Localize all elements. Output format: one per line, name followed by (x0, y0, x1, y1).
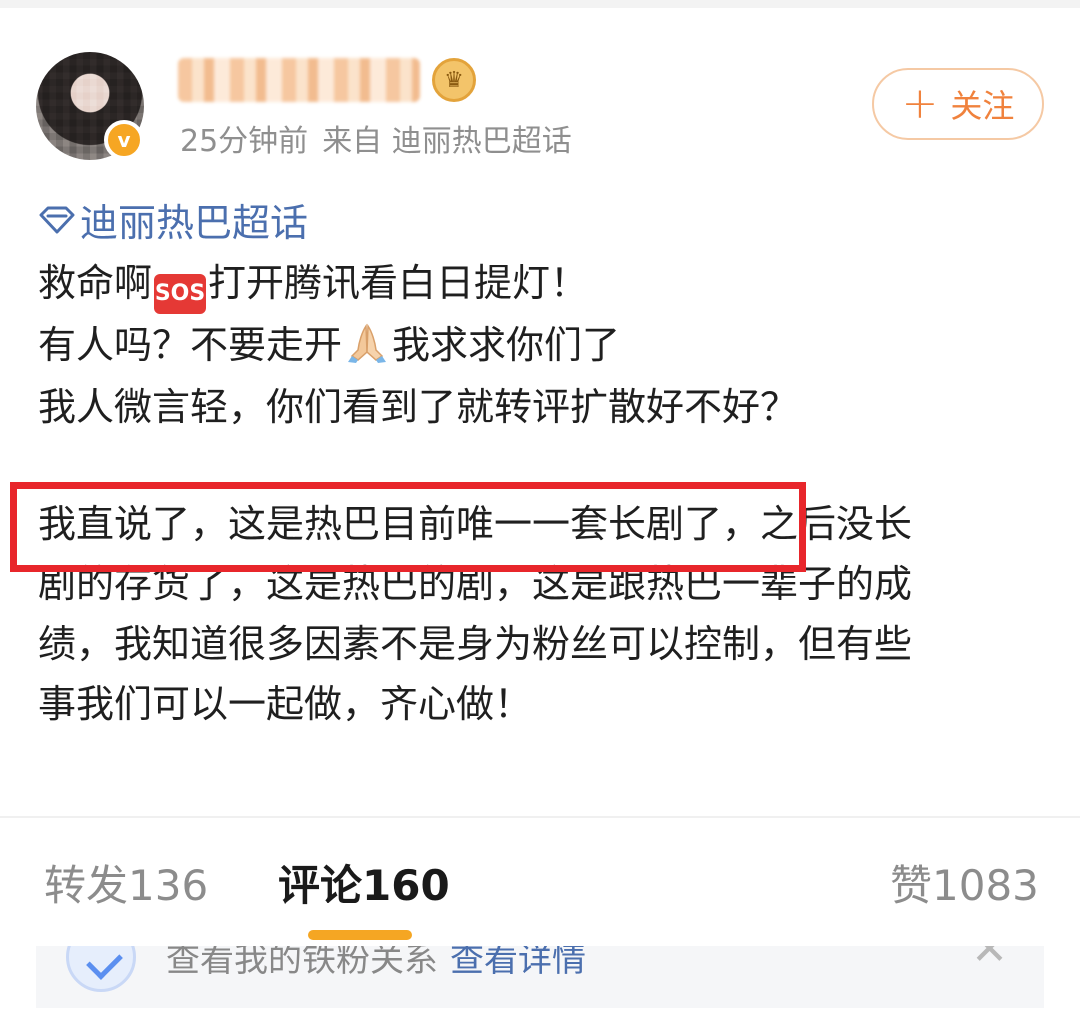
post-meta: 25分钟前 来自 迪丽热巴超话 (180, 116, 572, 160)
red-highlight-box (10, 482, 806, 572)
topic-label: 迪丽热巴超话 (80, 201, 309, 245)
post-source: 来自 迪丽热巴超话 (322, 124, 572, 159)
fan-rank-icon: ♛ (432, 58, 476, 102)
diamond-icon (39, 206, 75, 233)
plus-icon: + (901, 78, 939, 129)
fan-relation-banner[interactable]: 查看我的铁粉关系 查看详情 ✕ (36, 946, 1044, 1008)
post-time: 25分钟前 (180, 124, 309, 159)
repost-tab[interactable]: 转发136 (44, 852, 208, 913)
banner-text: 查看我的铁粉关系 查看详情 (166, 946, 586, 981)
like-tab[interactable]: 赞1083 (890, 852, 1039, 913)
active-tab-indicator (308, 930, 412, 940)
heart-check-icon (66, 946, 136, 992)
username-blurred[interactable] (178, 58, 420, 102)
top-separator (0, 0, 1080, 8)
comment-tab[interactable]: 评论160 (278, 852, 450, 913)
post-line: 有人吗？不要走开 我求求你们了 (38, 323, 621, 367)
topic-link[interactable]: 迪丽热巴超话 (38, 192, 308, 247)
praying-hands-icon (348, 323, 387, 363)
close-icon[interactable]: ✕ (971, 946, 1008, 972)
verified-badge-icon: v (104, 120, 144, 160)
banner-link[interactable]: 查看详情 (450, 946, 586, 980)
post-line: 事我们可以一起做，齐心做！ (38, 682, 533, 726)
stats-divider (0, 816, 1080, 818)
post-line: 我人微言轻，你们看到了就转评扩散好不好？ (38, 385, 799, 429)
sos-emoji-icon: SOS (154, 274, 207, 314)
follow-button[interactable]: + 关注 (872, 68, 1044, 140)
follow-label: 关注 (950, 87, 1015, 125)
post-line: 绩，我知道很多因素不是身为粉丝可以控制，但有些 (38, 622, 913, 666)
post-line: 救命啊 SOS打开腾讯看白日提灯！ (38, 252, 1038, 314)
